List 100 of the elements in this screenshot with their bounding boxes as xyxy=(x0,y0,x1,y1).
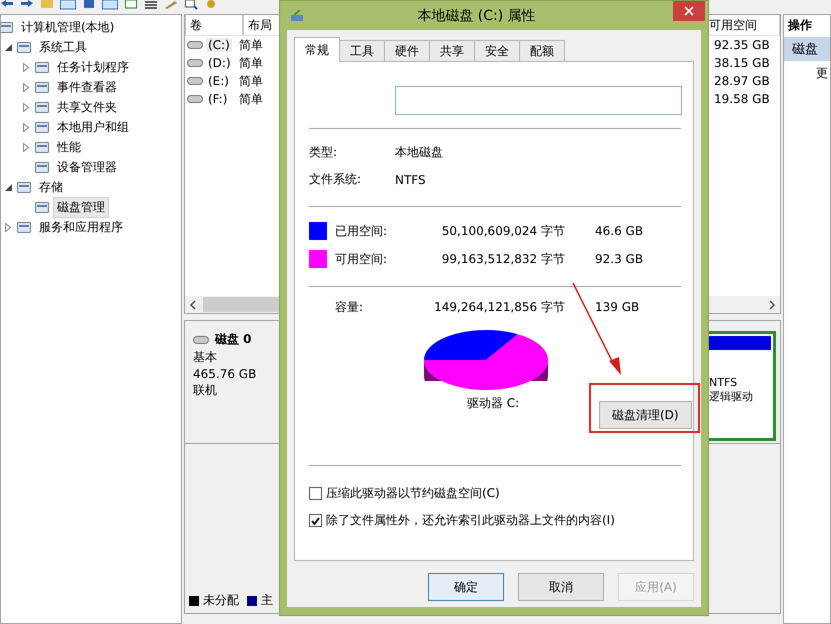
checkbox[interactable] xyxy=(309,487,322,500)
legend-label: 未分配 xyxy=(203,592,239,609)
dialog-button[interactable]: 确定 xyxy=(428,573,504,601)
collapsed-arrow-icon[interactable] xyxy=(23,142,29,152)
space-size: 92.3 GB xyxy=(595,252,644,266)
name-field[interactable] xyxy=(395,86,682,115)
node-icon xyxy=(34,199,50,215)
space-label: 可用空间: xyxy=(335,250,388,268)
disk-name: 磁盘 0 xyxy=(215,331,252,348)
node-icon xyxy=(34,59,50,75)
disk-cleanup-button[interactable]: 磁盘清理(D) xyxy=(599,401,692,429)
tree-item[interactable]: 设备管理器 xyxy=(53,156,121,178)
tab[interactable]: 配额 xyxy=(519,40,565,61)
drive-icon xyxy=(187,59,203,67)
checkbox-label: 除了文件属性外，还允许索引此驱动器上文件的内容(I) xyxy=(326,512,615,529)
drive-icon xyxy=(187,41,203,49)
checkmark-icon xyxy=(311,516,320,524)
chevron-left-icon[interactable] xyxy=(189,300,197,310)
table-cell[interactable]: (D:) xyxy=(206,56,233,70)
tab[interactable]: 工具 xyxy=(339,40,385,61)
list-icon[interactable] xyxy=(144,0,158,10)
node-icon xyxy=(1,19,14,35)
expanded-arrow-icon[interactable] xyxy=(4,184,12,190)
drive-icon xyxy=(193,336,209,344)
more-actions-link[interactable]: 更 xyxy=(784,61,830,82)
panel-icon[interactable] xyxy=(102,0,118,10)
tree-item[interactable]: 磁盘管理 xyxy=(53,196,109,218)
node-icon xyxy=(34,159,50,175)
disk-size: 465.76 GB xyxy=(193,367,258,381)
collapsed-arrow-icon[interactable] xyxy=(23,82,29,92)
tree-item[interactable]: 存储 xyxy=(35,176,67,198)
page-icon[interactable] xyxy=(124,0,138,10)
disk-status: 联机 xyxy=(193,382,218,399)
tree-item[interactable]: 本地用户和组 xyxy=(53,116,133,138)
node-icon xyxy=(16,179,32,195)
expanded-arrow-icon[interactable] xyxy=(4,44,12,50)
window-title: 本地磁盘 (C:) 属性 xyxy=(416,6,537,24)
capacity-bytes: 149,264,121,856 字节 xyxy=(433,298,565,316)
collapsed-arrow-icon[interactable] xyxy=(23,122,29,132)
table-cell-text: 简单 xyxy=(238,36,264,54)
space-label: 已用空间: xyxy=(335,222,388,240)
table-cell-text: 19.58 GB xyxy=(714,92,771,106)
capacity-label: 容量: xyxy=(335,298,364,316)
tree-item[interactable]: 任务计划程序 xyxy=(53,56,133,78)
tree-item[interactable]: 服务和应用程序 xyxy=(35,216,127,238)
collapsed-arrow-icon[interactable] xyxy=(5,222,11,232)
tree-item[interactable]: 共享文件夹 xyxy=(53,96,121,118)
table-cell-text: 简单 xyxy=(238,54,264,72)
back-arrow-icon[interactable] xyxy=(0,0,14,10)
tab[interactable]: 安全 xyxy=(474,40,520,61)
collapsed-arrow-icon[interactable] xyxy=(23,62,29,72)
checkbox-label: 压缩此驱动器以节约磁盘空间(C) xyxy=(326,485,500,502)
drive-icon xyxy=(187,77,203,85)
space-size: 46.6 GB xyxy=(595,224,644,238)
column-header[interactable]: 卷 xyxy=(185,15,243,35)
node-icon xyxy=(34,99,50,115)
space-bytes: 50,100,609,024 字节 xyxy=(440,222,565,240)
node-icon xyxy=(34,139,50,155)
table-cell-text: 92.35 GB xyxy=(714,38,771,52)
tree-item[interactable]: 系统工具 xyxy=(35,36,91,58)
field-value: NTFS xyxy=(395,172,426,186)
close-button[interactable] xyxy=(673,1,705,21)
chevron-right-icon[interactable] xyxy=(768,300,776,310)
field-label: 文件系统: xyxy=(309,171,362,188)
tree-item[interactable]: 性能 xyxy=(53,136,85,158)
node-icon xyxy=(34,119,50,135)
tree-item[interactable]: 计算机管理(本地) xyxy=(17,16,118,38)
table-cell[interactable]: (C:) xyxy=(206,38,232,52)
drive-label: 驱动器 C: xyxy=(466,395,520,412)
tree-item[interactable]: 事件查看器 xyxy=(53,76,121,98)
legend-label: 主 xyxy=(261,592,273,609)
actions-section[interactable]: 磁盘 xyxy=(784,37,830,61)
table-cell-text: 简单 xyxy=(238,90,264,108)
node-icon xyxy=(16,219,32,235)
disk-type: 基本 xyxy=(193,349,218,366)
panel-icon[interactable] xyxy=(60,0,76,10)
field-value: 本地磁盘 xyxy=(395,144,443,161)
table-cell-text: 28.97 GB xyxy=(714,74,771,88)
tab[interactable]: 硬件 xyxy=(384,40,430,61)
field-label: 类型: xyxy=(309,144,338,161)
table-cell-text: 简单 xyxy=(238,72,264,90)
drive-icon xyxy=(290,10,304,22)
node-icon xyxy=(16,39,32,55)
tab[interactable]: 共享 xyxy=(429,40,475,61)
actions-title: 操作 xyxy=(786,17,813,34)
node-icon xyxy=(34,79,50,95)
search-icon[interactable] xyxy=(184,0,198,10)
pencil-icon[interactable] xyxy=(164,0,178,10)
table-cell-text: 38.15 GB xyxy=(714,56,771,70)
partition-filesystem: NTFS xyxy=(709,376,738,389)
close-icon xyxy=(684,6,694,16)
table-cell[interactable]: (E:) xyxy=(206,74,231,88)
dialog-button[interactable]: 取消 xyxy=(518,573,604,601)
forward-arrow-icon[interactable] xyxy=(20,0,34,10)
tab[interactable]: 常规 xyxy=(294,37,340,62)
checkbox[interactable] xyxy=(309,514,322,527)
collapsed-arrow-icon[interactable] xyxy=(23,102,29,112)
table-cell[interactable]: (F:) xyxy=(206,92,230,106)
drive-icon xyxy=(187,95,203,103)
partition-type: 逻辑驱动 xyxy=(709,389,754,404)
